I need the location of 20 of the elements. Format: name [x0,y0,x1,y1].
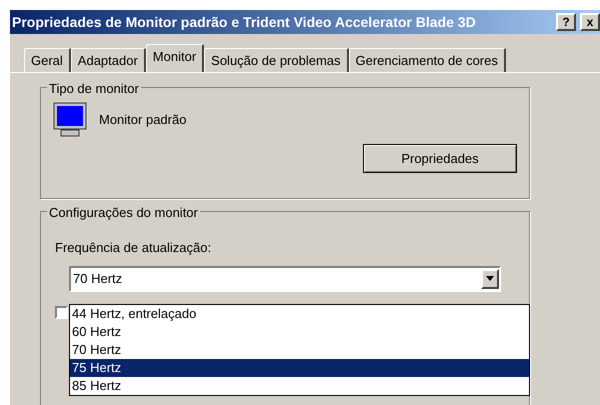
window-title: Propriedades de Monitor padrão e Trident Video Accelerator Blade 3D [12,12,477,32]
tab[interactable]: Monitor [146,44,204,72]
refresh-rate-dropdown[interactable]: 70 Hertz [69,266,501,292]
dropdown-option[interactable]: 60 Hertz [70,323,529,341]
dropdown-option[interactable]: 75 Hertz [70,359,529,377]
tab[interactable]: Gerenciamento de cores [348,48,506,72]
tab[interactable]: Adaptador [70,48,146,72]
tab[interactable]: Geral [24,48,71,72]
close-button[interactable]: x [580,13,600,31]
refresh-rate-label: Frequência de atualização: [55,239,212,257]
help-button[interactable]: ? [556,13,576,31]
monitor-icon [53,102,87,138]
monitor-name: Monitor padrão [99,111,186,130]
tab[interactable]: Solução de problemas [204,48,349,72]
dropdown-value: 70 Hertz [72,270,124,288]
dropdown-option[interactable]: 70 Hertz [70,341,529,359]
checkbox[interactable] [55,306,68,318]
dropdown-option[interactable]: 44 Hertz, entrelaçado [70,305,529,323]
properties-button[interactable]: Propriedades [363,144,517,173]
dropdown-option[interactable]: 85 Hertz [70,377,529,395]
